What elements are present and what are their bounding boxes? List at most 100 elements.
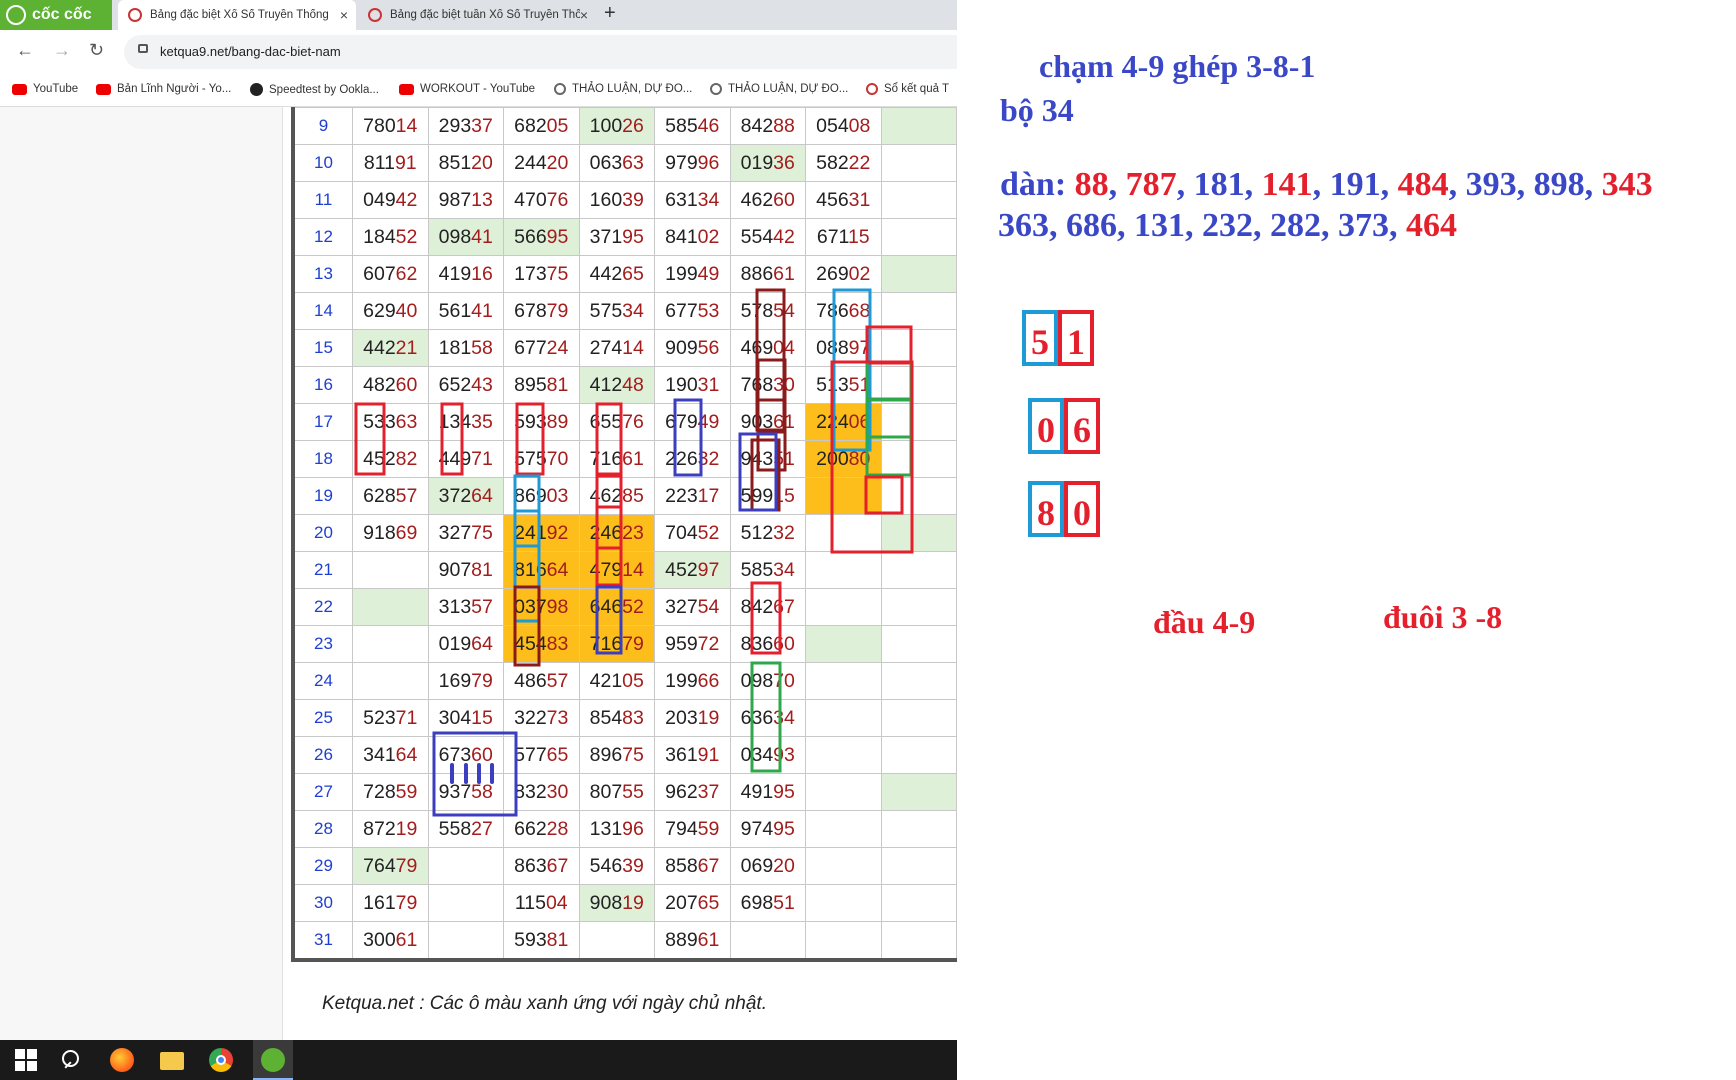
day-number: 25: [292, 699, 353, 737]
dau-note: đầu 4-9: [1153, 604, 1256, 640]
result-cell: [880, 144, 957, 182]
close-tab-icon[interactable]: ×: [580, 7, 588, 23]
table-row: 13 60762 41916 17375 44265 19949 88661 26902: [292, 255, 957, 293]
bookmark-label: THẢO LUẬN, DỰ ĐO...: [572, 83, 693, 95]
result-cell: 09841: [427, 218, 504, 256]
table-row: 17 53363 13435 59389 65576 67949 90361 22406: [292, 403, 957, 441]
result-cell: 86903: [503, 477, 580, 515]
bookmark-so-ket-qua[interactable]: Sổ kết quả T: [866, 83, 949, 95]
tab-bang-dac-biet-tuan[interactable]: Bảng đặc biệt tuần Xổ Số Truyền Thống ×: [358, 0, 596, 30]
close-tab-icon[interactable]: ×: [340, 7, 348, 23]
result-cell: [880, 810, 957, 848]
dan-number: 343: [1601, 166, 1653, 203]
bookmark-ban-linh-nguoi[interactable]: Bản Lĩnh Người - Yo...: [96, 83, 231, 95]
result-cell: 91869: [352, 514, 429, 552]
search-icon[interactable]: [60, 1048, 84, 1072]
day-number: 21: [292, 551, 353, 589]
bookmark-label: YouTube: [33, 83, 79, 95]
firefox-icon[interactable]: [110, 1048, 134, 1072]
result-cell: 10026: [578, 107, 655, 145]
bookmark-thao-luan-2[interactable]: THẢO LUẬN, DỰ ĐO...: [710, 83, 848, 95]
result-cell: 53363: [352, 403, 429, 441]
result-cell: [880, 662, 957, 700]
result-cell: 30061: [352, 921, 429, 962]
result-cell: 13435: [427, 403, 504, 441]
result-cell: 44971: [427, 440, 504, 478]
result-cell: 22632: [654, 440, 731, 478]
reload-icon[interactable]: ↻: [89, 40, 104, 61]
bookmark-speedtest[interactable]: Speedtest by Ookla...: [250, 83, 379, 96]
dan-number: 131: [1134, 207, 1185, 244]
result-cell: 98713: [427, 181, 504, 219]
result-cell: 56695: [503, 218, 580, 256]
result-cell: [880, 329, 957, 367]
result-cell: [880, 773, 957, 811]
result-cell: 24623: [578, 514, 655, 552]
table-row: 22 31357 03798 64652 32754 84267: [292, 588, 957, 626]
result-cell: 54639: [578, 847, 655, 885]
table-row: 28 87219 55827 66228 13196 79459 97495: [292, 810, 957, 848]
back-arrow-icon[interactable]: ←: [16, 40, 34, 61]
forward-arrow-icon[interactable]: →: [53, 40, 71, 61]
result-cell: [880, 884, 957, 922]
day-number: 22: [292, 588, 353, 626]
pair-2-second: 6: [1064, 398, 1100, 454]
dan-numbers-2: 363, 686, 131, 232, 282, 373, 464: [998, 207, 1457, 244]
result-cell: 18452: [352, 218, 429, 256]
result-cell: 85120: [427, 144, 504, 182]
result-cell: 11504: [503, 884, 580, 922]
bookmark-youtube[interactable]: YouTube: [12, 83, 78, 95]
day-number: 14: [292, 292, 353, 330]
table-row: 24 16979 48657 42105 19966 09870: [292, 662, 957, 700]
dan-number: 232: [1202, 207, 1253, 244]
tab-bang-dac-biet[interactable]: Bảng đặc biệt Xổ Số Truyền Thống ×: [118, 0, 356, 30]
result-cell: 56141: [427, 292, 504, 330]
result-cell: 22406: [805, 403, 882, 441]
table-row: 9 78014 29337 68205 10026 58546 84288 05408: [292, 107, 957, 145]
result-cell: 08897: [805, 329, 882, 367]
pair-1-second: 1: [1058, 310, 1094, 366]
result-cell: 48657: [503, 662, 580, 700]
result-cell: 97495: [729, 810, 806, 848]
result-cell: 66228: [503, 810, 580, 848]
special-prize-table: 9 78014 29337 68205 10026 58546 84288 05408 10 81…: [291, 107, 957, 962]
result-cell: 46260: [729, 181, 806, 219]
globe-icon: [710, 83, 722, 95]
youtube-icon: [399, 83, 414, 95]
file-explorer-icon[interactable]: [160, 1052, 184, 1070]
result-cell: [805, 662, 882, 700]
dan-number: 181: [1193, 166, 1245, 203]
day-number: 30: [292, 884, 353, 922]
result-cell: [880, 921, 957, 962]
result-cell: 57854: [729, 292, 806, 330]
result-cell: 70452: [654, 514, 731, 552]
bookmark-thao-luan-1[interactable]: THẢO LUẬN, DỰ ĐO...: [554, 83, 692, 95]
browser-window: cốc cốc Bảng đặc biệt Xổ Số Truyền Thống…: [0, 0, 957, 1040]
coccoc-icon[interactable]: [261, 1048, 285, 1072]
bookmark-label: Speedtest by Ookla...: [269, 83, 379, 96]
table-row: 10 81191 85120 24420 06363 97996 01936 58222: [292, 144, 957, 182]
coccoc-brand-button[interactable]: cốc cốc: [0, 0, 112, 30]
bookmark-workout[interactable]: WORKOUT - YouTube: [399, 83, 535, 95]
pair-1-first: 5: [1022, 310, 1058, 366]
result-cell: 89581: [503, 366, 580, 404]
chrome-icon[interactable]: [209, 1048, 233, 1072]
result-cell: 31357: [427, 588, 504, 626]
result-cell: [880, 292, 957, 330]
address-bar[interactable]: ketqua9.net/bang-dac-biet-nam: [124, 35, 957, 69]
result-cell: [880, 699, 957, 737]
lock-icon: [138, 44, 148, 53]
result-cell: 67753: [654, 292, 731, 330]
result-cell: 01964: [427, 625, 504, 663]
result-cell: 79459: [654, 810, 731, 848]
result-cell: 41916: [427, 255, 504, 293]
day-number: 15: [292, 329, 353, 367]
day-number: 24: [292, 662, 353, 700]
windows-start-icon[interactable]: [14, 1048, 38, 1072]
dan-number: 484: [1397, 166, 1449, 203]
bookmark-label: WORKOUT - YouTube: [420, 83, 536, 95]
day-number: 11: [292, 181, 353, 219]
new-tab-button[interactable]: +: [604, 2, 616, 25]
result-cell: 86367: [503, 847, 580, 885]
table-row: 25 52371 30415 32273 85483 20319 63634: [292, 699, 957, 737]
